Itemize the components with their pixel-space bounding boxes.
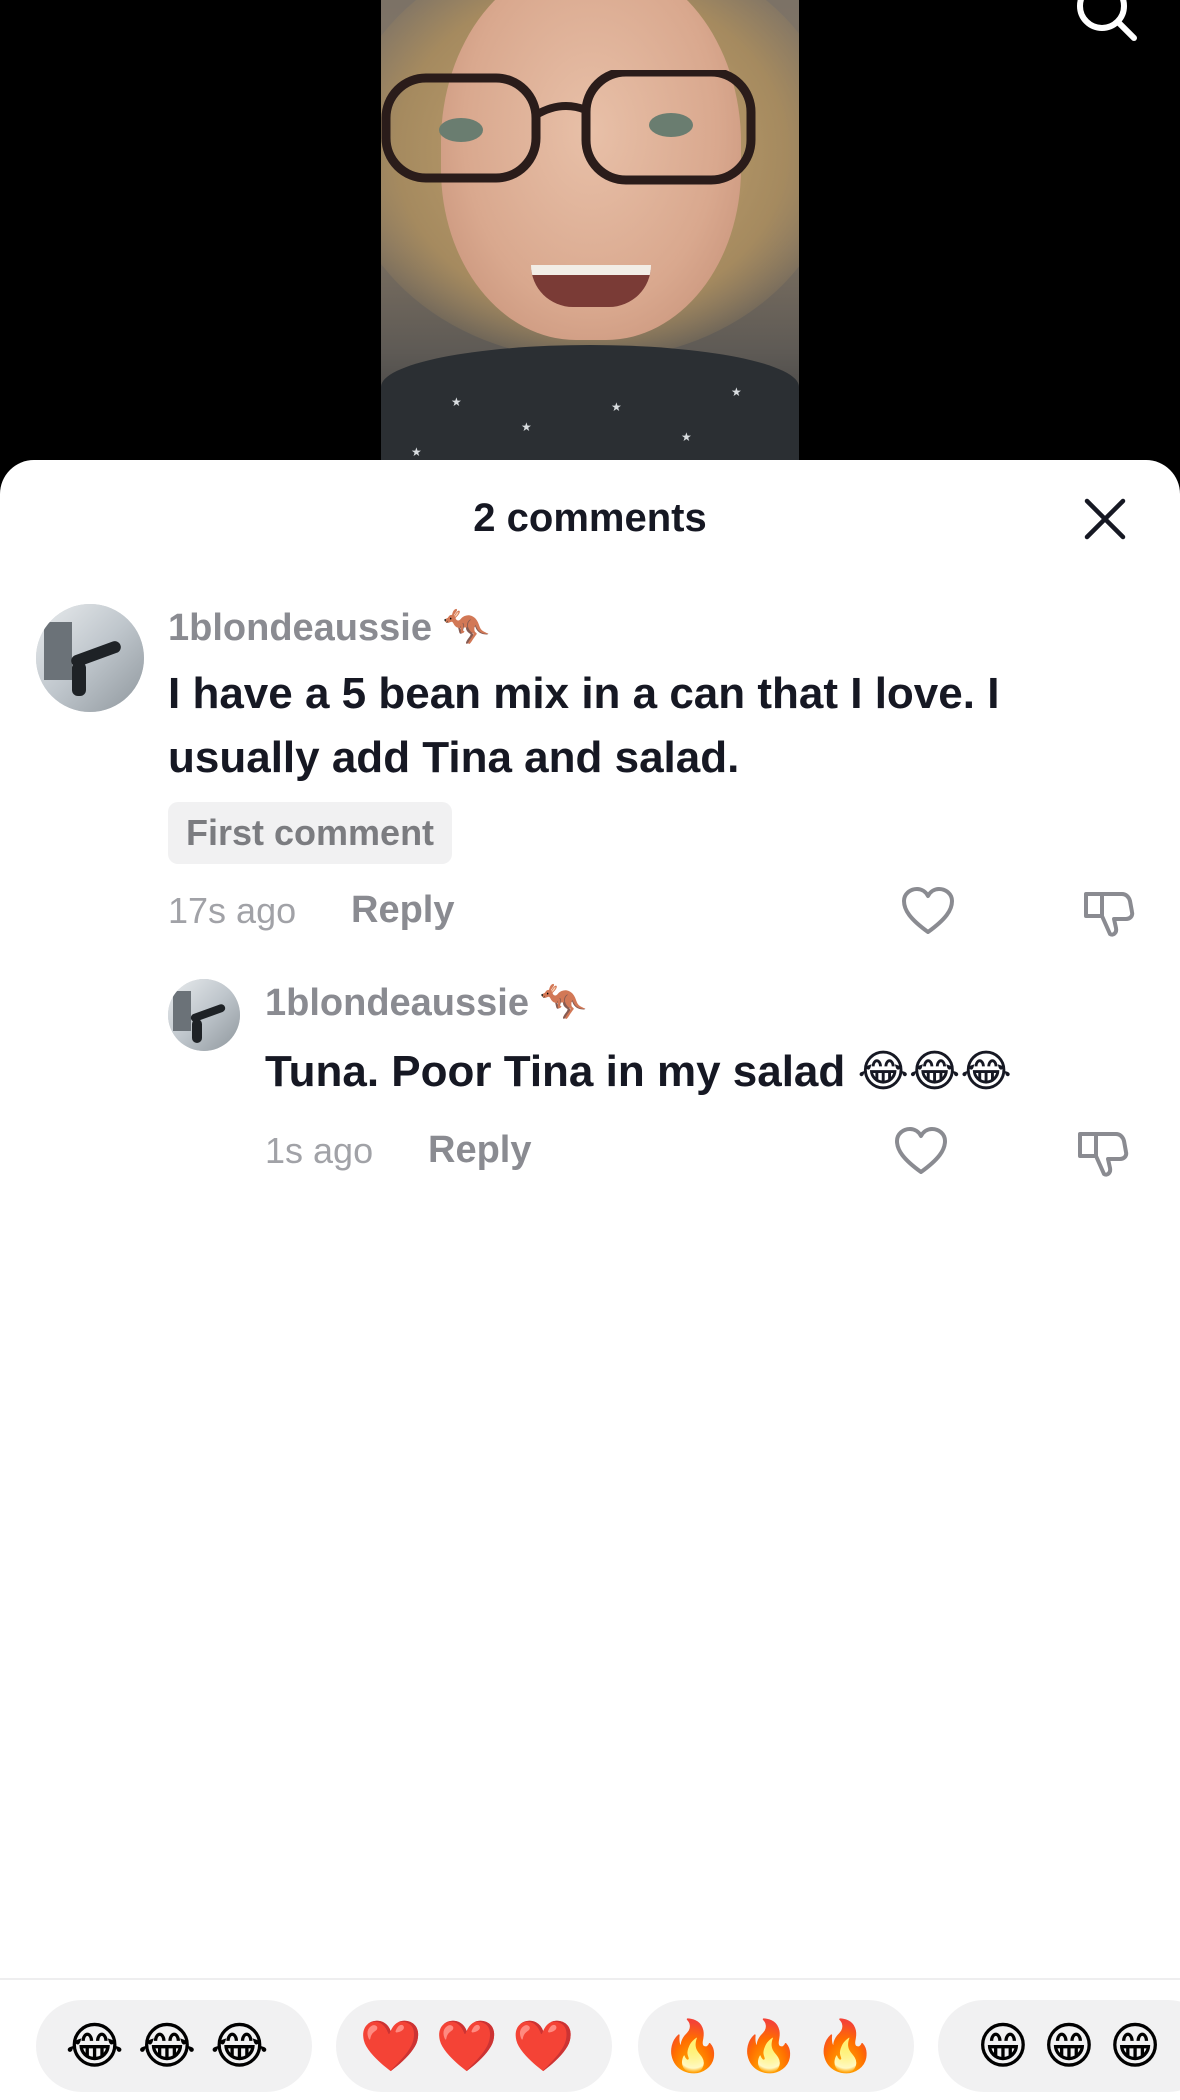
dislike-icon[interactable] (1074, 1124, 1130, 1180)
avatar[interactable] (168, 979, 240, 1051)
comments-sheet: 2 comments 1blondeaussie 🦘 I have a 5 be… (0, 460, 1180, 2098)
reply-comment-item: 1blondeaussie 🦘 Tuna. Poor Tina in my sa… (0, 460, 1180, 1180)
video-frame: ★ ★ ★ ★ ★ ★ (381, 0, 799, 470)
comment-timestamp: 1s ago (265, 1130, 374, 1171)
shirt-star: ★ (681, 430, 692, 444)
quick-emoji-laugh[interactable]: 😂😂😂 (36, 2000, 312, 2092)
quick-emoji-bar: 😂😂😂 ❤️❤️❤️ 🔥🔥🔥 😁😁😁 (0, 1978, 1180, 2100)
video-player[interactable]: ★ ★ ★ ★ ★ ★ (0, 0, 1180, 470)
shirt-star: ★ (521, 420, 532, 434)
quick-emoji-fire[interactable]: 🔥🔥🔥 (638, 2000, 914, 2092)
shirt-star: ★ (611, 400, 622, 414)
comment-username[interactable]: 1blondeaussie 🦘 (265, 981, 587, 1025)
reply-button[interactable]: Reply (428, 1129, 531, 1172)
search-icon[interactable] (1076, 0, 1140, 44)
shirt-star: ★ (411, 445, 422, 459)
heart-icon[interactable] (893, 1124, 949, 1180)
shirt-star: ★ (451, 395, 462, 409)
video-shirt (381, 345, 799, 470)
video-glasses (381, 70, 756, 185)
quick-emoji-heart[interactable]: ❤️❤️❤️ (336, 2000, 612, 2092)
shirt-star: ★ (731, 385, 742, 399)
comment-text: Tuna. Poor Tina in my salad 😂😂😂 (265, 1047, 1012, 1096)
quick-emoji-grin[interactable]: 😁😁😁 (938, 2000, 1180, 2092)
